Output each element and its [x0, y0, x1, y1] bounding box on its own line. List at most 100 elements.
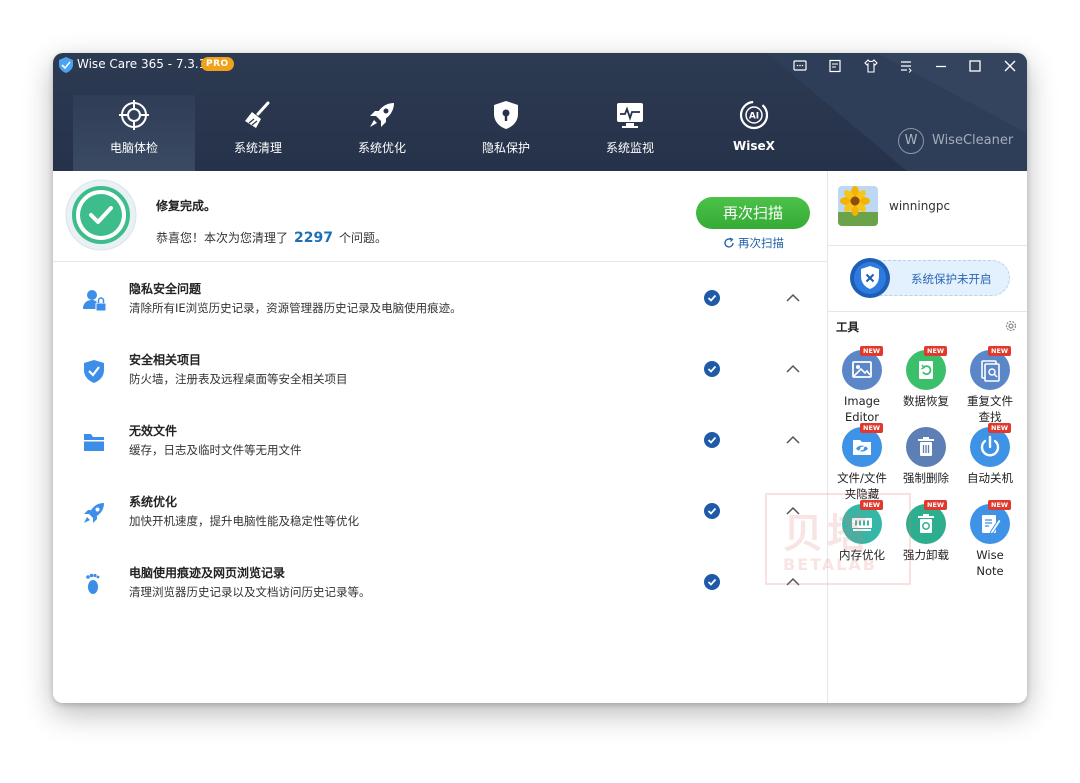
tool-wise-note[interactable]: NEW Wise Note: [958, 500, 1022, 580]
item-description: 缓存，日志及临时文件等无用文件: [129, 443, 302, 457]
rescan-button[interactable]: 再次扫描: [696, 197, 810, 229]
rocket-icon: [84, 503, 104, 523]
note-icon: [970, 504, 1010, 544]
tab-system-clean[interactable]: 系统清理: [197, 95, 319, 171]
avatar[interactable]: [838, 186, 878, 226]
chevron-up-icon[interactable]: [785, 575, 801, 589]
item-description: 清除所有IE浏览历史记录，资源管理器历史记录及电脑使用痕迹。: [129, 301, 462, 315]
close-button[interactable]: [1002, 58, 1018, 74]
tool-memory-optimizer[interactable]: NEW 内存优化: [830, 500, 894, 580]
power-icon: [970, 427, 1010, 467]
new-badge: NEW: [860, 500, 884, 510]
big-check-icon: [65, 179, 137, 251]
tab-wisex[interactable]: AI WiseX: [693, 95, 815, 171]
status-desc-suffix: 个问题。: [338, 231, 387, 245]
crosshair-icon: [119, 100, 149, 130]
sidebar-divider: [828, 311, 1027, 312]
status-title: 修复完成。: [156, 199, 217, 213]
menu-button[interactable]: [898, 58, 914, 74]
protection-status-text: 系统保护未开启: [911, 272, 992, 286]
tab-system-optimize[interactable]: 系统优化: [321, 95, 443, 171]
tab-system-monitor[interactable]: 系统监视: [569, 95, 691, 171]
user-row: winningpc: [828, 171, 1027, 246]
issues-count: 2297: [294, 230, 333, 246]
rocket-icon: [370, 103, 394, 127]
skin-button[interactable]: [863, 58, 879, 74]
recovery-icon: [906, 350, 946, 390]
shield-lock-icon: [494, 101, 518, 129]
tool-label: 重复文件查找: [967, 394, 1013, 424]
tool-label: Image Editor: [843, 394, 881, 424]
maximize-button[interactable]: [967, 58, 983, 74]
tool-force-uninstall[interactable]: NEW 强力卸载: [894, 500, 958, 580]
footprint-icon: [86, 573, 100, 594]
tab-label: 电脑体检: [109, 141, 158, 155]
tool-force-delete[interactable]: 强制删除: [894, 427, 958, 503]
new-badge: NEW: [924, 500, 948, 510]
feedback-icon: [793, 60, 807, 71]
feedback-button[interactable]: [792, 58, 808, 74]
new-badge: NEW: [860, 423, 884, 433]
result-item-usage-traces[interactable]: 电脑使用痕迹及网页浏览记录 清理浏览器历史记录以及文档访问历史记录等。: [53, 546, 827, 617]
new-badge: NEW: [860, 346, 884, 356]
chevron-up-icon[interactable]: [785, 362, 801, 376]
result-item-junk-files[interactable]: 无效文件 缓存，日志及临时文件等无用文件: [53, 404, 827, 475]
new-badge: NEW: [924, 346, 948, 356]
item-description: 清理浏览器历史记录以及文档访问历史记录等。: [129, 585, 371, 599]
status-desc-prefix: 恭喜您！本次为您清理了: [156, 231, 289, 245]
chevron-up-icon[interactable]: [785, 291, 801, 305]
item-description: 防火墙，注册表及远程桌面等安全相关项目: [129, 372, 348, 386]
tab-privacy-protect[interactable]: 隐私保护: [445, 95, 567, 171]
tool-label: Wise Note: [976, 548, 1004, 578]
result-item-privacy[interactable]: 隐私安全问题 清除所有IE浏览历史记录，资源管理器历史记录及电脑使用痕迹。: [53, 262, 827, 333]
tool-label: 内存优化: [839, 548, 885, 562]
item-title: 系统优化: [129, 495, 178, 509]
tool-duplicate-finder[interactable]: NEW 重复文件查找: [958, 346, 1022, 426]
protection-status-button[interactable]: 系统保护未开启: [850, 258, 1010, 298]
memory-icon: [842, 504, 882, 544]
gear-icon[interactable]: [1004, 319, 1018, 333]
tool-file-hide[interactable]: NEW 文件/文件夹隐藏: [830, 423, 894, 503]
username: winningpc: [889, 199, 951, 213]
svg-text:AI: AI: [749, 112, 759, 122]
tab-label: 系统清理: [233, 141, 282, 155]
tool-image-editor[interactable]: NEW Image Editor: [830, 346, 894, 426]
close-icon: [1004, 60, 1016, 72]
chevron-up-icon[interactable]: [785, 504, 801, 518]
item-title: 安全相关项目: [129, 353, 202, 367]
result-item-system-optimize[interactable]: 系统优化 加快开机速度，提升电脑性能及稳定性等优化: [53, 475, 827, 546]
check-circle-icon: [704, 290, 720, 306]
minimize-icon: [936, 65, 946, 68]
chevron-up-icon[interactable]: [785, 433, 801, 447]
tool-data-recovery[interactable]: NEW 数据恢复: [894, 346, 958, 426]
notes-button[interactable]: [827, 58, 843, 74]
tab-label: 系统优化: [357, 141, 406, 155]
tool-label: 文件/文件夹隐藏: [837, 471, 887, 501]
window-title: Wise Care 365 - 7.3.1: [77, 57, 207, 71]
app-logo-icon: [59, 57, 73, 73]
folder-icon: [84, 434, 104, 451]
tab-label: 隐私保护: [481, 141, 530, 155]
monitor-icon: [617, 103, 643, 128]
check-circle-icon: [704, 432, 720, 448]
result-item-security[interactable]: 安全相关项目 防火墙，注册表及远程桌面等安全相关项目: [53, 333, 827, 404]
notes-icon: [829, 59, 841, 73]
item-title: 无效文件: [129, 424, 178, 438]
tab-pc-checkup[interactable]: 电脑体检: [73, 95, 195, 171]
tool-label: 自动关机: [967, 471, 1013, 485]
new-badge: NEW: [988, 346, 1012, 356]
sidebar: winningpc 系统保护未开启 工具 NEW Image Editor NE…: [827, 171, 1027, 703]
shield-check-icon: [84, 360, 104, 383]
tool-label: 强制删除: [903, 471, 949, 485]
minimize-button[interactable]: [933, 58, 949, 74]
skin-icon: [864, 59, 878, 73]
rescan-link[interactable]: 再次扫描: [723, 235, 784, 251]
wisecleaner-text: WiseCleaner: [932, 133, 1014, 148]
item-description: 加快开机速度，提升电脑性能及稳定性等优化: [129, 514, 359, 528]
user-lock-icon: [83, 290, 107, 312]
check-circle-icon: [704, 503, 720, 519]
new-badge: NEW: [988, 423, 1012, 433]
tool-label: 数据恢复: [903, 394, 949, 408]
tool-auto-shutdown[interactable]: NEW 自动关机: [958, 423, 1022, 503]
broom-icon: [245, 101, 270, 128]
